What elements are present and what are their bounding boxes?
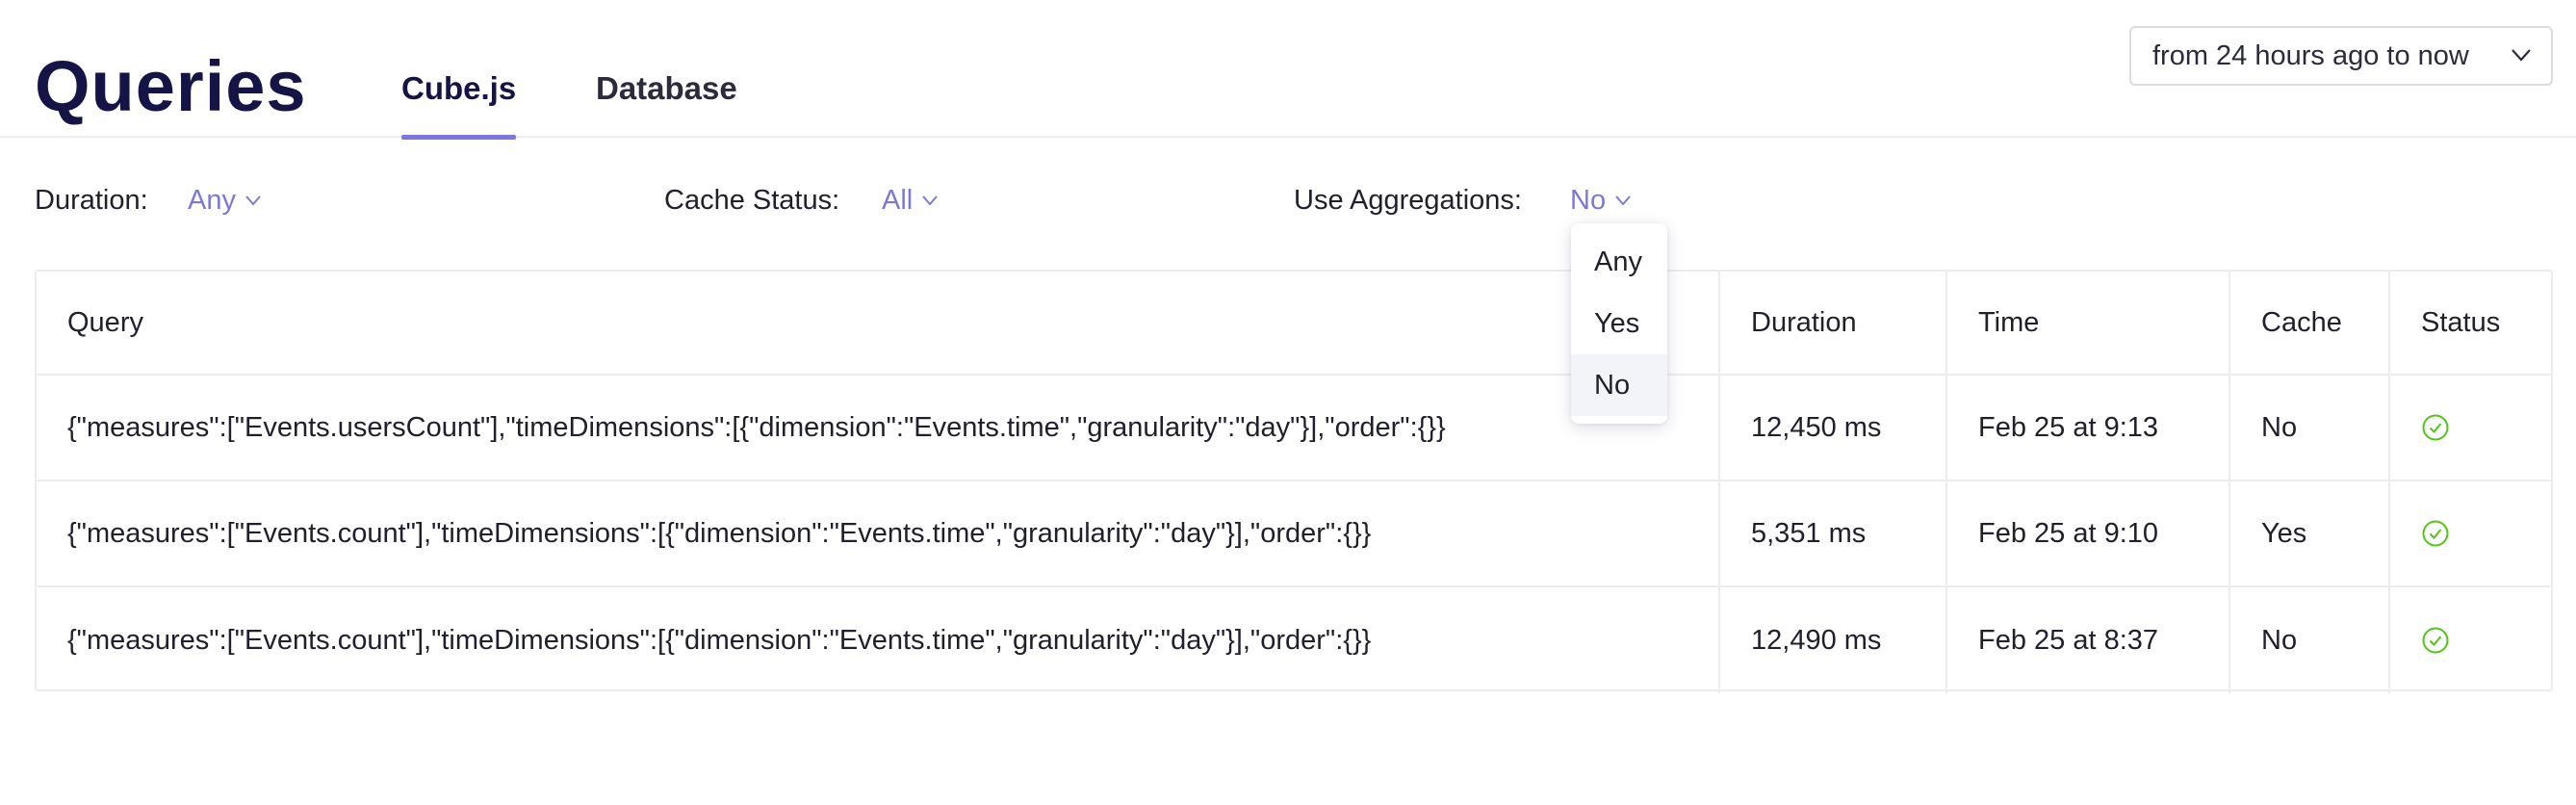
queries-page: Queries Cube.js Database from 24 hours a… bbox=[0, 0, 2576, 805]
status-cell bbox=[2388, 587, 2551, 693]
column-header-cache: Cache bbox=[2228, 272, 2388, 374]
success-check-icon bbox=[2422, 520, 2449, 547]
duration-cell: 12,450 ms bbox=[1718, 376, 1945, 480]
dropdown-option-yes[interactable]: Yes bbox=[1571, 293, 1667, 354]
time-cell: Feb 25 at 9:10 bbox=[1945, 481, 2228, 585]
query-cell: {"measures":["Events.usersCount"],"timeD… bbox=[67, 411, 1446, 443]
cache-cell: Yes bbox=[2228, 481, 2388, 585]
duration-filter: Duration: Any bbox=[35, 181, 261, 220]
status-cell bbox=[2388, 376, 2551, 480]
queries-table: Query Duration Time Cache Status {"measu… bbox=[35, 270, 2553, 693]
query-cell: {"measures":["Events.count"],"timeDimens… bbox=[67, 624, 1372, 656]
use-aggregations-dropdown-menu: Any Yes No bbox=[1571, 223, 1667, 424]
cache-cell: No bbox=[2228, 587, 2388, 693]
chevron-down-icon bbox=[1615, 195, 1631, 206]
table-row[interactable]: {"measures":["Events.count"],"timeDimens… bbox=[37, 587, 2551, 693]
cache-status-filter-value: All bbox=[882, 185, 914, 216]
dropdown-option-any[interactable]: Any bbox=[1571, 231, 1667, 293]
table-row[interactable]: {"measures":["Events.usersCount"],"timeD… bbox=[37, 376, 2551, 481]
use-aggregations-filter-value: No bbox=[1570, 185, 1607, 216]
duration-cell: 5,351 ms bbox=[1718, 481, 1945, 585]
use-aggregations-filter-select[interactable]: No bbox=[1570, 181, 1633, 220]
cache-status-filter-label: Cache Status: bbox=[664, 185, 840, 216]
duration-filter-label: Duration: bbox=[35, 185, 148, 216]
column-header-status: Status bbox=[2388, 272, 2551, 374]
column-header-duration: Duration bbox=[1718, 272, 1945, 374]
status-cell bbox=[2388, 481, 2551, 585]
chevron-down-icon bbox=[245, 195, 261, 206]
success-check-icon bbox=[2422, 414, 2449, 441]
page-header: Queries Cube.js Database from 24 hours a… bbox=[0, 0, 2576, 140]
time-cell: Feb 25 at 9:13 bbox=[1945, 376, 2228, 480]
duration-filter-value: Any bbox=[188, 185, 236, 216]
chevron-down-icon bbox=[2512, 49, 2531, 62]
time-range-value: from 24 hours ago to now bbox=[2152, 40, 2469, 71]
table-row[interactable]: {"measures":["Events.count"],"timeDimens… bbox=[37, 481, 2551, 587]
page-title: Queries bbox=[35, 46, 307, 126]
column-header-query: Query bbox=[67, 306, 143, 338]
duration-cell: 12,490 ms bbox=[1718, 587, 1945, 693]
duration-filter-select[interactable]: Any bbox=[188, 181, 263, 220]
success-check-icon bbox=[2422, 627, 2449, 654]
cache-status-filter: Cache Status: All bbox=[664, 181, 938, 220]
query-cell: {"measures":["Events.count"],"timeDimens… bbox=[67, 517, 1372, 549]
table-header-row: Query Duration Time Cache Status bbox=[37, 272, 2551, 376]
time-range-select[interactable]: from 24 hours ago to now bbox=[2129, 26, 2553, 86]
tab-database[interactable]: Database bbox=[596, 60, 737, 138]
column-header-time: Time bbox=[1945, 272, 2228, 374]
cache-status-filter-select[interactable]: All bbox=[882, 181, 940, 220]
use-aggregations-filter-label: Use Aggregations: bbox=[1294, 185, 1522, 216]
dropdown-option-no[interactable]: No bbox=[1571, 354, 1667, 416]
tab-cubejs[interactable]: Cube.js bbox=[401, 60, 517, 140]
use-aggregations-filter: Use Aggregations: No bbox=[1294, 181, 1631, 220]
chevron-down-icon bbox=[922, 195, 938, 206]
time-cell: Feb 25 at 8:37 bbox=[1945, 587, 2228, 693]
cache-cell: No bbox=[2228, 376, 2388, 480]
